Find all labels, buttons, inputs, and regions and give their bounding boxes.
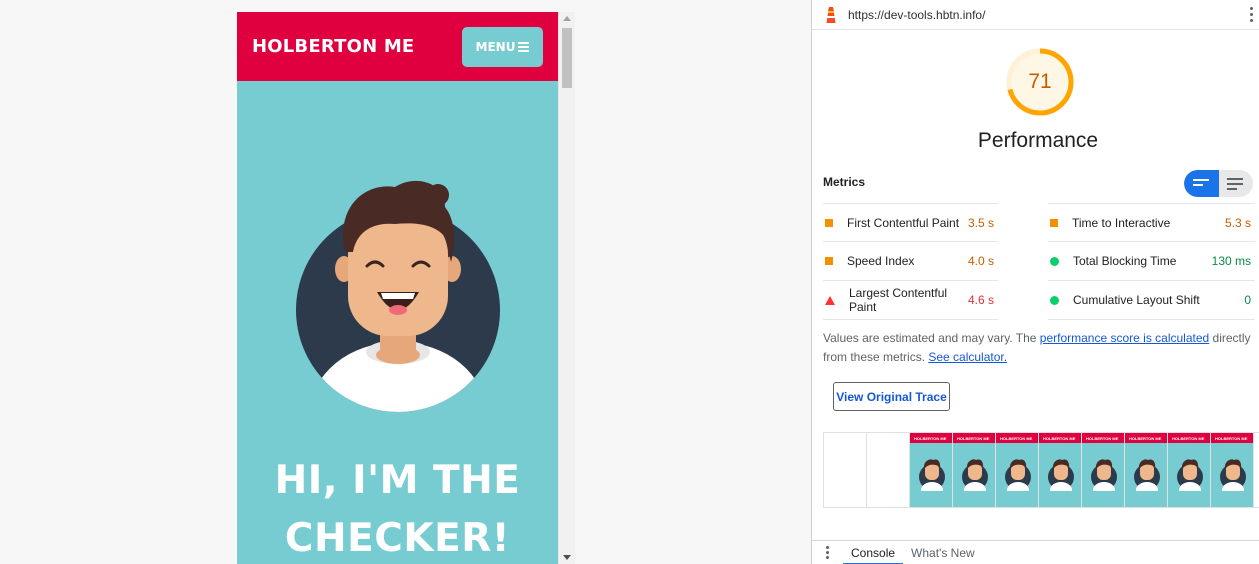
site-header: HOLBERTON ME MENU (237, 12, 558, 81)
hero-title: HI, I'M THE CHECKER! (237, 452, 558, 564)
filmstrip: HOLBERTON ME HOLBERTON ME HOLBERTON ME HOLB… (823, 432, 1259, 508)
fail-triangle-icon (825, 295, 835, 305)
metric-name: Speed Index (847, 254, 915, 268)
filmstrip-frame: HOLBERTON ME (1082, 433, 1125, 507)
preview-scrollbar[interactable] (558, 12, 575, 564)
scroll-up-arrow-icon[interactable] (563, 16, 571, 21)
performance-score: 71 (1028, 70, 1052, 93)
frame-header: HOLBERTON ME (1039, 433, 1081, 443)
metric-value: 4.0 s (967, 254, 994, 268)
avatar-illustration (296, 180, 500, 412)
mobile-preview: HOLBERTON ME MENU HI, I'M THE CHECKER! (237, 12, 558, 564)
metrics-view-toggle[interactable] (1184, 170, 1253, 197)
list-view-toggle[interactable] (1184, 170, 1219, 197)
metric-row: Speed Index 4.0 s (823, 242, 998, 281)
filmstrip-frame: HOLBERTON ME (1168, 433, 1211, 507)
metric-name: Largest Contentful Paint (849, 286, 948, 314)
report-url-bar: https://dev-tools.hbtn.info/ (812, 0, 1259, 30)
filmstrip-frame: HOLBERTON ME (1039, 433, 1082, 507)
scroll-thumb[interactable] (562, 28, 572, 88)
frame-brand: HOLBERTON ME (1000, 436, 1033, 441)
filmstrip-frame (867, 433, 910, 507)
frame-avatar-icon (919, 459, 945, 491)
metric-name: Cumulative Layout Shift (1073, 293, 1200, 307)
frame-header: HOLBERTON ME (910, 433, 952, 443)
metric-row: Time to Interactive 5.3 s (1048, 203, 1255, 242)
frame-brand: HOLBERTON ME (1086, 436, 1119, 441)
site-brand[interactable]: HOLBERTON ME (252, 36, 414, 57)
hamburger-icon (518, 41, 530, 52)
collapsed-view-icon (1193, 179, 1209, 186)
note-text: Values are estimated and may vary. The (823, 331, 1040, 345)
scroll-down-arrow-icon[interactable] (563, 555, 571, 560)
hero-line-1: HI, I'M THE (274, 458, 521, 503)
frame-header: HOLBERTON ME (1125, 433, 1167, 443)
metric-row: Total Blocking Time 130 ms (1048, 242, 1255, 281)
average-square-icon (825, 218, 833, 227)
devtools-drawer: Console What's New (812, 540, 1259, 564)
frame-avatar-icon (1134, 459, 1160, 491)
lighthouse-icon (826, 6, 836, 23)
frame-header: HOLBERTON ME (996, 433, 1038, 443)
metric-value: 5.3 s (1224, 215, 1251, 230)
frame-brand: HOLBERTON ME (914, 436, 947, 441)
frame-header: HOLBERTON ME (953, 433, 995, 443)
see-calculator-link[interactable]: See calculator. (928, 350, 1007, 364)
filmstrip-frame: HOLBERTON ME (1211, 433, 1254, 507)
tab-whats-new[interactable]: What's New (903, 541, 983, 564)
frame-brand: HOLBERTON ME (957, 436, 990, 441)
average-square-icon (1050, 218, 1058, 227)
frame-header: HOLBERTON ME (1168, 433, 1210, 443)
filmstrip-frame: HOLBERTON ME (1125, 433, 1168, 507)
pass-circle-icon (1050, 256, 1059, 266)
frame-avatar-icon (1005, 459, 1031, 491)
frame-brand: HOLBERTON ME (1043, 436, 1076, 441)
drawer-menu-icon[interactable] (826, 546, 829, 559)
average-square-icon (825, 257, 833, 265)
frame-brand: HOLBERTON ME (1172, 436, 1205, 441)
frame-avatar-icon (1091, 459, 1117, 491)
frame-brand: HOLBERTON ME (1129, 436, 1162, 441)
metrics-note: Values are estimated and may vary. The p… (823, 329, 1255, 367)
frame-avatar-icon (1048, 459, 1074, 491)
category-title: Performance (977, 129, 1099, 152)
metric-value: 3.5 s (967, 215, 994, 230)
metric-row: First Contentful Paint 3.5 s (823, 203, 998, 242)
more-options-icon[interactable] (1250, 7, 1253, 22)
filmstrip-frame: HOLBERTON ME (953, 433, 996, 507)
filmstrip-frame (824, 433, 867, 507)
menu-label: MENU (475, 39, 516, 54)
frame-brand: HOLBERTON ME (1215, 436, 1248, 441)
metrics-heading: Metrics (823, 175, 866, 189)
report-url[interactable]: https://dev-tools.hbtn.info/ (848, 8, 985, 22)
score-calculated-link[interactable]: performance score is calculated (1040, 331, 1209, 345)
metric-value: 4.6 s (967, 293, 994, 307)
frame-avatar-icon (1177, 459, 1203, 491)
frame-avatar-icon (1220, 459, 1246, 491)
frame-header: HOLBERTON ME (1082, 433, 1124, 443)
hero-line-2: CHECKER! (284, 516, 511, 561)
menu-button[interactable]: MENU (462, 26, 543, 67)
metric-name: Time to Interactive (1072, 215, 1171, 230)
expanded-view-icon[interactable] (1227, 178, 1243, 190)
lighthouse-panel: https://dev-tools.hbtn.info/ 71 Performa… (811, 0, 1259, 564)
view-original-trace-button[interactable]: View Original Trace (833, 382, 950, 411)
metric-value: 130 ms (1211, 254, 1251, 268)
frame-header: HOLBERTON ME (1211, 433, 1253, 443)
filmstrip-frame: HOLBERTON ME (910, 433, 953, 507)
tab-console[interactable]: Console (843, 541, 904, 564)
pass-circle-icon (1050, 295, 1059, 305)
metric-value: 0 (1244, 293, 1251, 307)
metric-row: Largest Contentful Paint 4.6 s (823, 281, 998, 320)
metric-name: Total Blocking Time (1073, 254, 1177, 268)
metric-row: Cumulative Layout Shift 0 (1048, 281, 1255, 320)
metric-name: First Contentful Paint (847, 215, 960, 230)
filmstrip-frame: HOLBERTON ME (996, 433, 1039, 507)
frame-avatar-icon (962, 459, 988, 491)
